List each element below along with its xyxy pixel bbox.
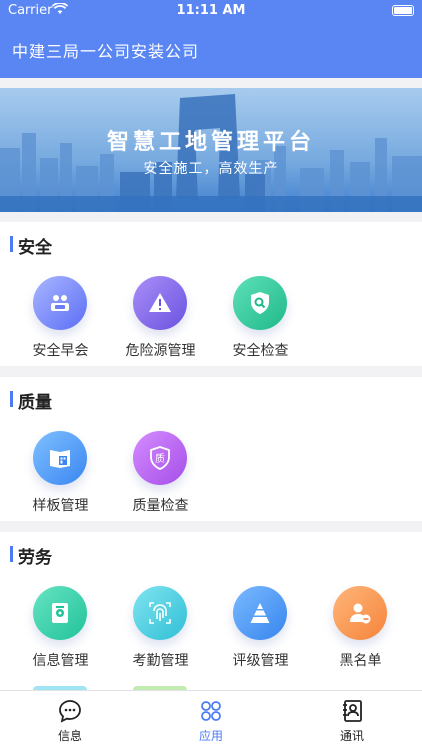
tile-info-management[interactable]: 信息管理: [8, 580, 113, 690]
section-title: 劳务: [18, 548, 52, 568]
quality-shield-icon: 质: [133, 431, 187, 485]
tile-label: 考勤管理: [132, 653, 189, 669]
tile-label: 质量检查: [132, 498, 189, 514]
shield-search-icon: [233, 276, 287, 330]
chat-icon: [59, 700, 81, 723]
tile-rating-management[interactable]: 评级管理: [208, 580, 313, 690]
tile-label: 评级管理: [232, 653, 289, 669]
section-header: 安全: [0, 222, 422, 266]
tile-label: 安全检查: [232, 343, 289, 359]
tile-safety-inspection[interactable]: 安全检查: [208, 270, 313, 380]
user-block-icon: [333, 586, 387, 640]
banner-subtitle: 安全施工，高效生产: [143, 161, 279, 177]
page-title: 中建三局一公司安装公司: [12, 42, 200, 61]
tab-apps[interactable]: 应用: [141, 691, 281, 750]
tab-label: 应用: [198, 729, 223, 743]
info-doc-icon: [33, 586, 87, 640]
tile-label: 样板管理: [32, 498, 89, 514]
contacts-icon: [343, 700, 362, 722]
tile-safety-meeting[interactable]: 安全早会: [8, 270, 113, 380]
section-header: 质量: [0, 377, 422, 421]
battery-icon: [392, 5, 414, 16]
clock: 11:11 AM: [176, 3, 246, 18]
section-title: 质量: [18, 393, 52, 413]
tile-template-management[interactable]: 样板管理: [8, 425, 113, 535]
tile-label: 安全早会: [32, 343, 89, 359]
svg-text:质: 质: [155, 453, 165, 465]
tab-bar: 信息 应用 通讯: [0, 690, 422, 750]
section-accent-bar: [10, 546, 13, 562]
tile-attendance-management[interactable]: 考勤管理: [108, 580, 213, 690]
nav-bar: 中建三局一公司安装公司: [0, 22, 422, 78]
section-labor: 劳务 信息管理 考勤管理 评级管理 黑名单: [0, 532, 422, 690]
section-accent-bar: [10, 236, 13, 252]
section-quality: 质量 样板管理 质 质量检查: [0, 377, 422, 521]
tab-contacts[interactable]: 通讯: [282, 691, 422, 750]
tile-label: 信息管理: [32, 653, 89, 669]
warning-icon: [133, 276, 187, 330]
tile-label: 危险源管理: [125, 343, 196, 359]
tab-messages[interactable]: 信息: [0, 691, 140, 750]
pyramid-icon: [233, 586, 287, 640]
status-bar: Carrier 11:11 AM: [0, 0, 422, 22]
tab-label: 通讯: [339, 729, 364, 743]
banner[interactable]: 智慧工地管理平台 安全施工，高效生产: [0, 88, 422, 212]
tile-quality-inspection[interactable]: 质 质量检查: [108, 425, 213, 535]
fingerprint-icon: [133, 586, 187, 640]
tile-hazard-management[interactable]: 危险源管理: [108, 270, 213, 380]
section-title: 安全: [18, 238, 52, 258]
section-accent-bar: [10, 391, 13, 407]
banner-title: 智慧工地管理平台: [106, 130, 315, 155]
section-header: 劳务: [0, 532, 422, 576]
tab-label: 信息: [57, 729, 82, 743]
tile-label: 黑名单: [339, 653, 382, 669]
section-safety: 安全 安全早会 危险源管理 安全检查: [0, 222, 422, 366]
tile-blacklist[interactable]: 黑名单: [308, 580, 413, 690]
meeting-icon: [33, 276, 87, 330]
apps-icon: [201, 701, 221, 721]
template-icon: [33, 431, 87, 485]
